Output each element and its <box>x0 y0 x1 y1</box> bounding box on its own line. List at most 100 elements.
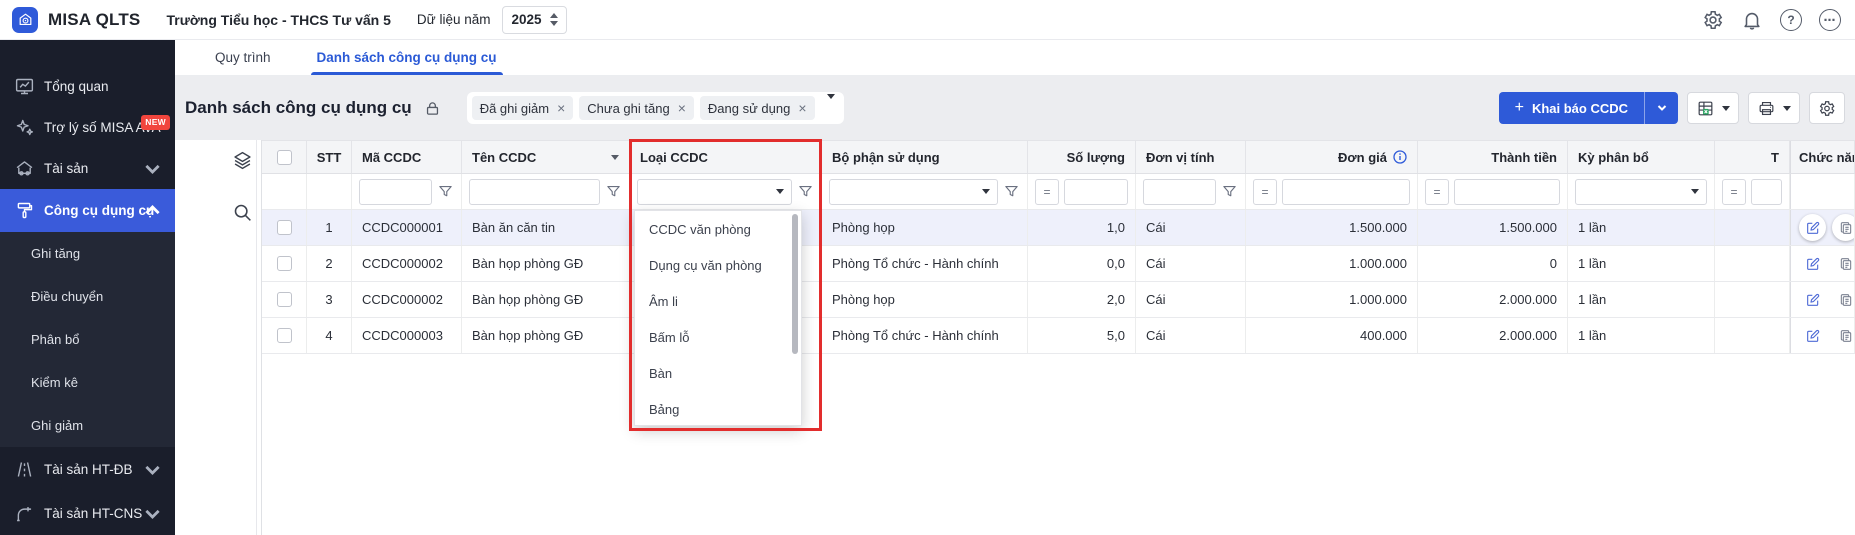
col-ma-ccdc[interactable]: Mã CCDC <box>352 141 462 173</box>
cell-thanh-tien: 0 <box>1418 246 1568 281</box>
sidebar-item-label: Tài sản <box>44 161 88 176</box>
search-icon[interactable] <box>232 202 253 223</box>
filter-input-t[interactable] <box>1751 179 1782 205</box>
col-ten-ccdc[interactable]: Tên CCDC <box>462 141 630 173</box>
filter-chip[interactable]: Chưa ghi tăng × <box>579 96 694 120</box>
sidebar-item-tro-ly-so[interactable]: Trợ lý số MISA AVA NEW <box>0 107 175 148</box>
funnel-icon[interactable] <box>1003 183 1020 200</box>
select-all-checkbox[interactable] <box>277 150 292 165</box>
edit-button[interactable] <box>1799 214 1826 241</box>
sort-caret-icon[interactable] <box>611 155 619 160</box>
table-row[interactable]: 1 CCDC000001 Bàn ăn căn tin Phòng họp 1,… <box>262 210 1855 246</box>
duplicate-button[interactable] <box>1832 322 1855 349</box>
dropdown-option[interactable]: Bàn <box>635 355 801 391</box>
cell-t <box>1715 246 1790 281</box>
filter-input-ten-ccdc[interactable] <box>469 179 600 205</box>
col-bo-phan[interactable]: Bộ phận sử dụng <box>822 141 1028 173</box>
sidebar-item-tong-quan[interactable]: Tổng quan <box>0 65 175 106</box>
export-excel-button[interactable] <box>1687 92 1739 124</box>
funnel-icon[interactable] <box>1221 183 1238 200</box>
khai-bao-ccdc-label: Khai báo CCDC <box>1532 101 1628 116</box>
table-row[interactable]: 2 CCDC000002 Bàn họp phòng GĐ Phòng Tổ c… <box>262 246 1855 282</box>
close-icon[interactable]: × <box>798 101 806 115</box>
khai-bao-ccdc-dropdown-button[interactable] <box>1644 92 1678 124</box>
edit-button[interactable] <box>1799 286 1826 313</box>
funnel-icon[interactable] <box>797 183 814 200</box>
table-settings-button[interactable] <box>1809 92 1845 124</box>
col-ky-phan-bo[interactable]: Kỳ phân bổ <box>1568 141 1715 173</box>
sidebar-item-tai-san-ht-cns[interactable]: Tài sản HT-CNS <box>0 491 175 535</box>
funnel-icon[interactable] <box>437 183 454 200</box>
cell-stt: 2 <box>307 246 352 281</box>
filter-input-so-luong[interactable] <box>1064 179 1128 205</box>
app-logo-icon[interactable] <box>12 7 38 33</box>
filter-operator[interactable]: = <box>1035 179 1059 205</box>
col-don-gia[interactable]: Đơn giá <box>1246 141 1418 173</box>
dropdown-option[interactable]: Bấm lỗ <box>635 319 801 355</box>
row-checkbox[interactable] <box>277 256 292 271</box>
filter-operator[interactable]: = <box>1722 179 1746 205</box>
filter-chip[interactable]: Đã ghi giảm × <box>472 96 574 120</box>
duplicate-button[interactable] <box>1832 214 1855 241</box>
year-selector[interactable]: 2025 <box>502 6 566 34</box>
khai-bao-ccdc-button[interactable]: + Khai báo CCDC <box>1499 92 1644 124</box>
col-thanh-tien[interactable]: Thành tiền <box>1418 141 1568 173</box>
filter-dropdown-arrow[interactable] <box>827 99 835 117</box>
dropdown-option[interactable]: Bảng <box>635 391 801 427</box>
filter-input-don-vi[interactable] <box>1143 179 1216 205</box>
col-so-luong[interactable]: Số lượng <box>1028 141 1136 173</box>
sidebar-subitem-ghi-tang[interactable]: Ghi tăng <box>0 232 175 275</box>
filter-operator[interactable]: = <box>1425 179 1449 205</box>
row-checkbox[interactable] <box>277 292 292 307</box>
table-row[interactable]: 4 CCDC000003 Bàn họp phòng GĐ Phòng Tổ c… <box>262 318 1855 354</box>
filter-select-bo-phan[interactable] <box>829 179 998 205</box>
dropdown-option[interactable]: CCDC văn phòng <box>635 211 801 247</box>
dropdown-scrollbar[interactable] <box>792 214 798 354</box>
info-icon[interactable] <box>1393 150 1407 164</box>
col-don-vi-tinh[interactable]: Đơn vị tính <box>1136 141 1246 173</box>
cell-ky-phan-bo: 1 lần <box>1568 318 1715 353</box>
year-stepper[interactable] <box>550 13 558 26</box>
funnel-icon[interactable] <box>605 183 622 200</box>
duplicate-button[interactable] <box>1832 250 1855 277</box>
row-checkbox[interactable] <box>277 220 292 235</box>
more-icon[interactable]: ⋯ <box>1819 9 1841 31</box>
sidebar-item-tai-san-ht-db[interactable]: Tài sản HT-ĐB <box>0 447 175 491</box>
edit-button[interactable] <box>1799 322 1826 349</box>
sidebar-subitem-kiem-ke[interactable]: Kiểm kê <box>0 361 175 404</box>
col-loai-ccdc[interactable]: Loại CCDC <box>630 141 822 173</box>
edit-button[interactable] <box>1799 250 1826 277</box>
filter-input-thanh-tien[interactable] <box>1454 179 1560 205</box>
close-icon[interactable]: × <box>557 101 565 115</box>
filter-select-ky-phan-bo[interactable] <box>1575 179 1707 205</box>
filter-input-ma-ccdc[interactable] <box>359 179 432 205</box>
dropdown-option[interactable]: Âm li <box>635 283 801 319</box>
col-truncated[interactable]: T <box>1715 141 1790 173</box>
row-checkbox[interactable] <box>277 328 292 343</box>
filter-chip[interactable]: Đang sử dụng × <box>700 96 815 120</box>
tab-danh-sach-ccdc[interactable]: Danh sách công cụ dụng cụ <box>317 50 497 75</box>
sidebar-item-tai-san[interactable]: Tài sản <box>0 148 175 189</box>
filter-chip-label: Đã ghi giảm <box>480 101 549 116</box>
table-row[interactable]: 3 CCDC000002 Bàn họp phòng GĐ Phòng họp … <box>262 282 1855 318</box>
tab-quy-trinh[interactable]: Quy trình <box>215 50 271 75</box>
col-stt[interactable]: STT <box>307 141 352 173</box>
loai-ccdc-dropdown: CCDC văn phòng Dụng cụ văn phòng Âm li B… <box>634 210 802 426</box>
layers-icon[interactable] <box>232 150 253 171</box>
gear-icon[interactable] <box>1702 9 1724 31</box>
sidebar-item-cong-cu-dung-cu[interactable]: Công cụ dụng cụ <box>0 189 175 232</box>
help-icon[interactable]: ? <box>1780 9 1802 31</box>
cell-stt: 4 <box>307 318 352 353</box>
filter-operator[interactable]: = <box>1253 179 1277 205</box>
print-button[interactable] <box>1748 92 1800 124</box>
close-icon[interactable]: × <box>678 101 686 115</box>
sidebar-subitem-ghi-giam[interactable]: Ghi giảm <box>0 404 175 447</box>
filter-input-don-gia[interactable] <box>1282 179 1410 205</box>
dropdown-option[interactable]: Dụng cụ văn phòng <box>635 247 801 283</box>
filter-select-loai-ccdc[interactable] <box>637 179 792 205</box>
sidebar-subitem-dieu-chuyen[interactable]: Điều chuyển <box>0 275 175 318</box>
sidebar-subitem-phan-bo[interactable]: Phân bổ <box>0 318 175 361</box>
cell-thanh-tien: 1.500.000 <box>1418 210 1568 245</box>
bell-icon[interactable] <box>1741 9 1763 31</box>
duplicate-button[interactable] <box>1832 286 1855 313</box>
